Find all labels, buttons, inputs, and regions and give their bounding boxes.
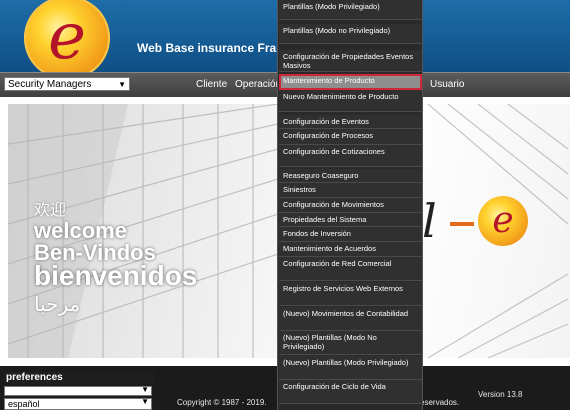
chevron-down-icon: ▼ <box>118 80 126 89</box>
preferences-select[interactable]: ▼ <box>4 385 152 396</box>
menu-item-configuracion-cotizaciones[interactable]: Configuración de Cotizaciones <box>279 145 422 167</box>
menu-item-configuracion-procesos[interactable]: Configuración de Procesos <box>279 129 422 145</box>
menu-item-fondos-inversion[interactable]: Fondos de Inversión <box>279 227 422 242</box>
menu-item-siniestros[interactable]: Siniestros <box>279 183 422 198</box>
menu-item-nuevo-mantenimiento-producto[interactable]: Nuevo Mantenimiento de Producto <box>279 90 422 112</box>
menu-item-propiedades-sistema[interactable]: Propiedades del Sistema <box>279 213 422 227</box>
brand-letter-l: l <box>422 194 437 248</box>
brand-dash <box>450 222 474 226</box>
brand-mark: l e <box>422 194 570 256</box>
menu-item-configuracion-ciclo-vida[interactable]: Configuración de Ciclo de Vida <box>279 380 422 404</box>
menu-item-mantenimiento-producto[interactable]: Mantenimiento de Producto <box>279 74 422 90</box>
menu-item-configuracion-red-comercial[interactable]: Configuración de Red Comercial <box>279 257 422 281</box>
nav-item-usuario[interactable]: Usuario <box>430 79 464 90</box>
brand-letter-e: e <box>492 200 514 241</box>
role-select[interactable]: Security Managers ▼ <box>4 77 130 91</box>
menu-item-propiedades-eventos-masivos[interactable]: Configuración de Propiedades Eventos Mas… <box>279 50 422 72</box>
menu-item-nuevo-movimientos-contabilidad[interactable]: (Nuevo) Movimientos de Contabilidad <box>279 307 422 331</box>
chevron-down-icon: ▼ <box>141 397 149 406</box>
menu-item-nuevo-plantillas-no-privilegiado[interactable]: (Nuevo) Plantillas (Modo No Privilegiado… <box>279 331 422 355</box>
nav-item-cliente[interactable]: Cliente <box>196 79 227 90</box>
menu-item-nuevo-plantillas-privilegiado[interactable]: (Nuevo) Plantillas (Modo Privilegiado) <box>279 356 422 380</box>
logo-letter: e <box>48 0 86 74</box>
app-title: Web Base insurance Fram <box>137 41 287 55</box>
menu-item-registro-servicios-web[interactable]: Registro de Servicios Web Externos <box>279 282 422 306</box>
nav-item-operacion[interactable]: Operación <box>235 79 281 90</box>
welcome-text-spanish: bienvenidos <box>34 260 198 291</box>
menu-item-mantenimiento-acuerdos[interactable]: Mantenimiento de Acuerdos <box>279 242 422 257</box>
role-select-value: Security Managers <box>8 79 92 90</box>
language-select[interactable]: español ▼ <box>4 397 152 410</box>
version-label: Version 13.8 <box>478 390 523 399</box>
menu-item-configuracion-eventos[interactable]: Configuración de Eventos <box>279 115 422 129</box>
welcome-text-arabic: مرحبا <box>34 292 81 316</box>
menu-item-reaseguro-coaseguro[interactable]: Reaseguro Coaseguro <box>279 169 422 183</box>
app-logo[interactable]: e <box>24 0 110 80</box>
copyright-tail-text: eservados. <box>420 398 460 407</box>
menu-item-plantillas-privilegiado[interactable]: Plantillas (Modo Privilegiado) <box>279 0 422 20</box>
chevron-down-icon: ▼ <box>141 385 149 394</box>
language-select-value: español <box>8 399 40 409</box>
menu-item-configuracion-movimientos[interactable]: Configuración de Movimientos <box>279 198 422 213</box>
welcome-text-chinese: 欢迎 <box>34 202 67 219</box>
operacion-dropdown-menu: Plantillas (Modo Privilegiado) Plantilla… <box>277 0 423 410</box>
brand-e-logo: e <box>478 196 528 246</box>
copyright-text: Copyright © 1987 - 2019. <box>177 398 267 407</box>
menu-item-plantillas-no-privilegiado[interactable]: Plantillas (Modo no Privilegiado) <box>279 24 422 44</box>
preferences-title: preferences <box>4 372 154 384</box>
